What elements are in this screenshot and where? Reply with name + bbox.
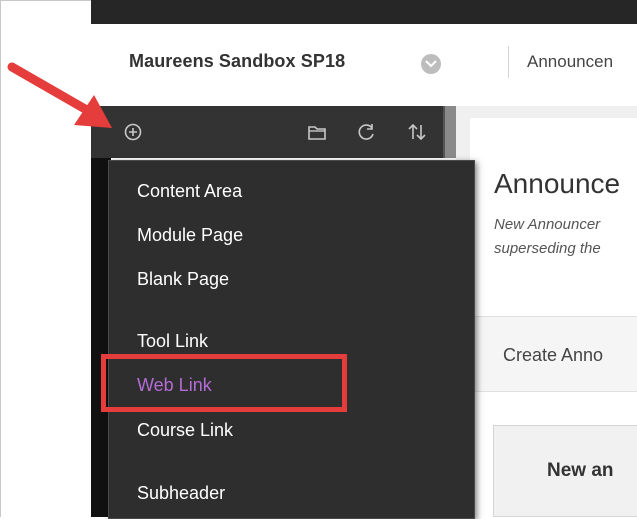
menu-item-tool-link[interactable]: Tool Link xyxy=(137,331,208,352)
breadcrumb[interactable]: Announcen xyxy=(527,52,613,72)
new-announcements-box: New an xyxy=(493,425,637,517)
menu-item-course-link[interactable]: Course Link xyxy=(137,420,233,441)
page-title: Announce xyxy=(494,168,621,199)
web-link-highlight-box xyxy=(101,354,347,412)
menu-item-content-area[interactable]: Content Area xyxy=(137,181,242,202)
menu-item-subheader[interactable]: Subheader xyxy=(137,483,225,504)
create-announcement-label: Create Anno xyxy=(503,345,604,365)
add-menu-item-dropdown: Content Area Module Page Blank Page Tool… xyxy=(108,160,475,519)
refresh-icon[interactable] xyxy=(357,123,377,146)
folder-icon[interactable] xyxy=(307,123,327,146)
course-menu-chevron-icon[interactable] xyxy=(421,54,441,74)
page-description: New Announcer superseding the xyxy=(494,213,601,261)
course-menu-toolbar xyxy=(91,106,443,158)
new-announcements-heading: New an xyxy=(547,460,614,481)
page-description-line: New Announcer xyxy=(494,216,601,233)
course-header: Maureens Sandbox SP18 Announcen xyxy=(91,24,637,106)
menu-item-blank-page[interactable]: Blank Page xyxy=(137,269,229,290)
top-bar xyxy=(91,0,637,24)
create-announcement-button[interactable]: Create Anno xyxy=(474,317,637,392)
menu-item-module-page[interactable]: Module Page xyxy=(137,225,243,246)
header-divider xyxy=(508,46,509,78)
page-description-line: superseding the xyxy=(494,240,601,257)
pointer-arrow-icon xyxy=(7,62,112,128)
course-title[interactable]: Maureens Sandbox SP18 xyxy=(129,51,345,72)
sort-icon[interactable] xyxy=(407,123,427,146)
